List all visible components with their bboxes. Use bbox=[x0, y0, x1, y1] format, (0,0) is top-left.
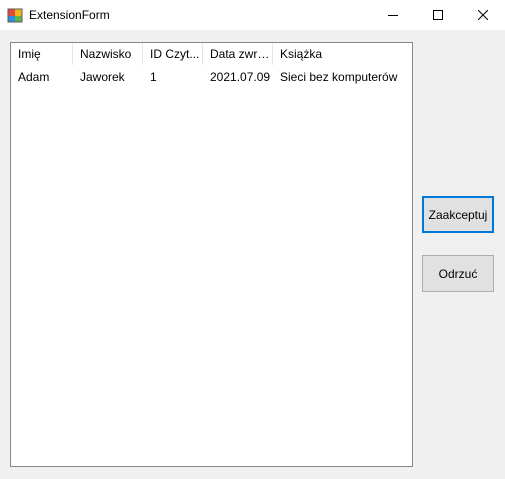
cell-return-date: 2021.07.09 bbox=[210, 70, 271, 84]
cell-book: Sieci bez komputerów bbox=[280, 70, 398, 84]
column-header-first-name[interactable]: Imię bbox=[11, 43, 73, 65]
extensions-list-view[interactable]: Imię Nazwisko ID Czyt... Data zwrotu Ksi… bbox=[10, 42, 413, 467]
column-header-book[interactable]: Książka bbox=[273, 43, 412, 65]
close-icon bbox=[477, 10, 488, 20]
column-header-reader-id[interactable]: ID Czyt... bbox=[143, 43, 203, 65]
window-title: ExtensionForm bbox=[29, 8, 110, 22]
maximize-button[interactable] bbox=[415, 0, 460, 30]
reject-button[interactable]: Odrzuć bbox=[422, 255, 494, 292]
close-button[interactable] bbox=[460, 0, 505, 30]
cell-reader-id: 1 bbox=[150, 70, 157, 84]
title-bar: ExtensionForm bbox=[0, 0, 505, 30]
minimize-icon bbox=[387, 15, 398, 16]
accept-button[interactable]: Zaakceptuj bbox=[422, 196, 494, 233]
minimize-button[interactable] bbox=[370, 0, 415, 30]
column-header-last-name[interactable]: Nazwisko bbox=[73, 43, 143, 65]
column-header-return-date[interactable]: Data zwrotu bbox=[203, 43, 273, 65]
maximize-icon bbox=[432, 10, 443, 20]
cell-first-name: Adam bbox=[18, 70, 50, 84]
app-form-icon bbox=[7, 8, 23, 23]
cell-last-name: Jaworek bbox=[80, 70, 125, 84]
